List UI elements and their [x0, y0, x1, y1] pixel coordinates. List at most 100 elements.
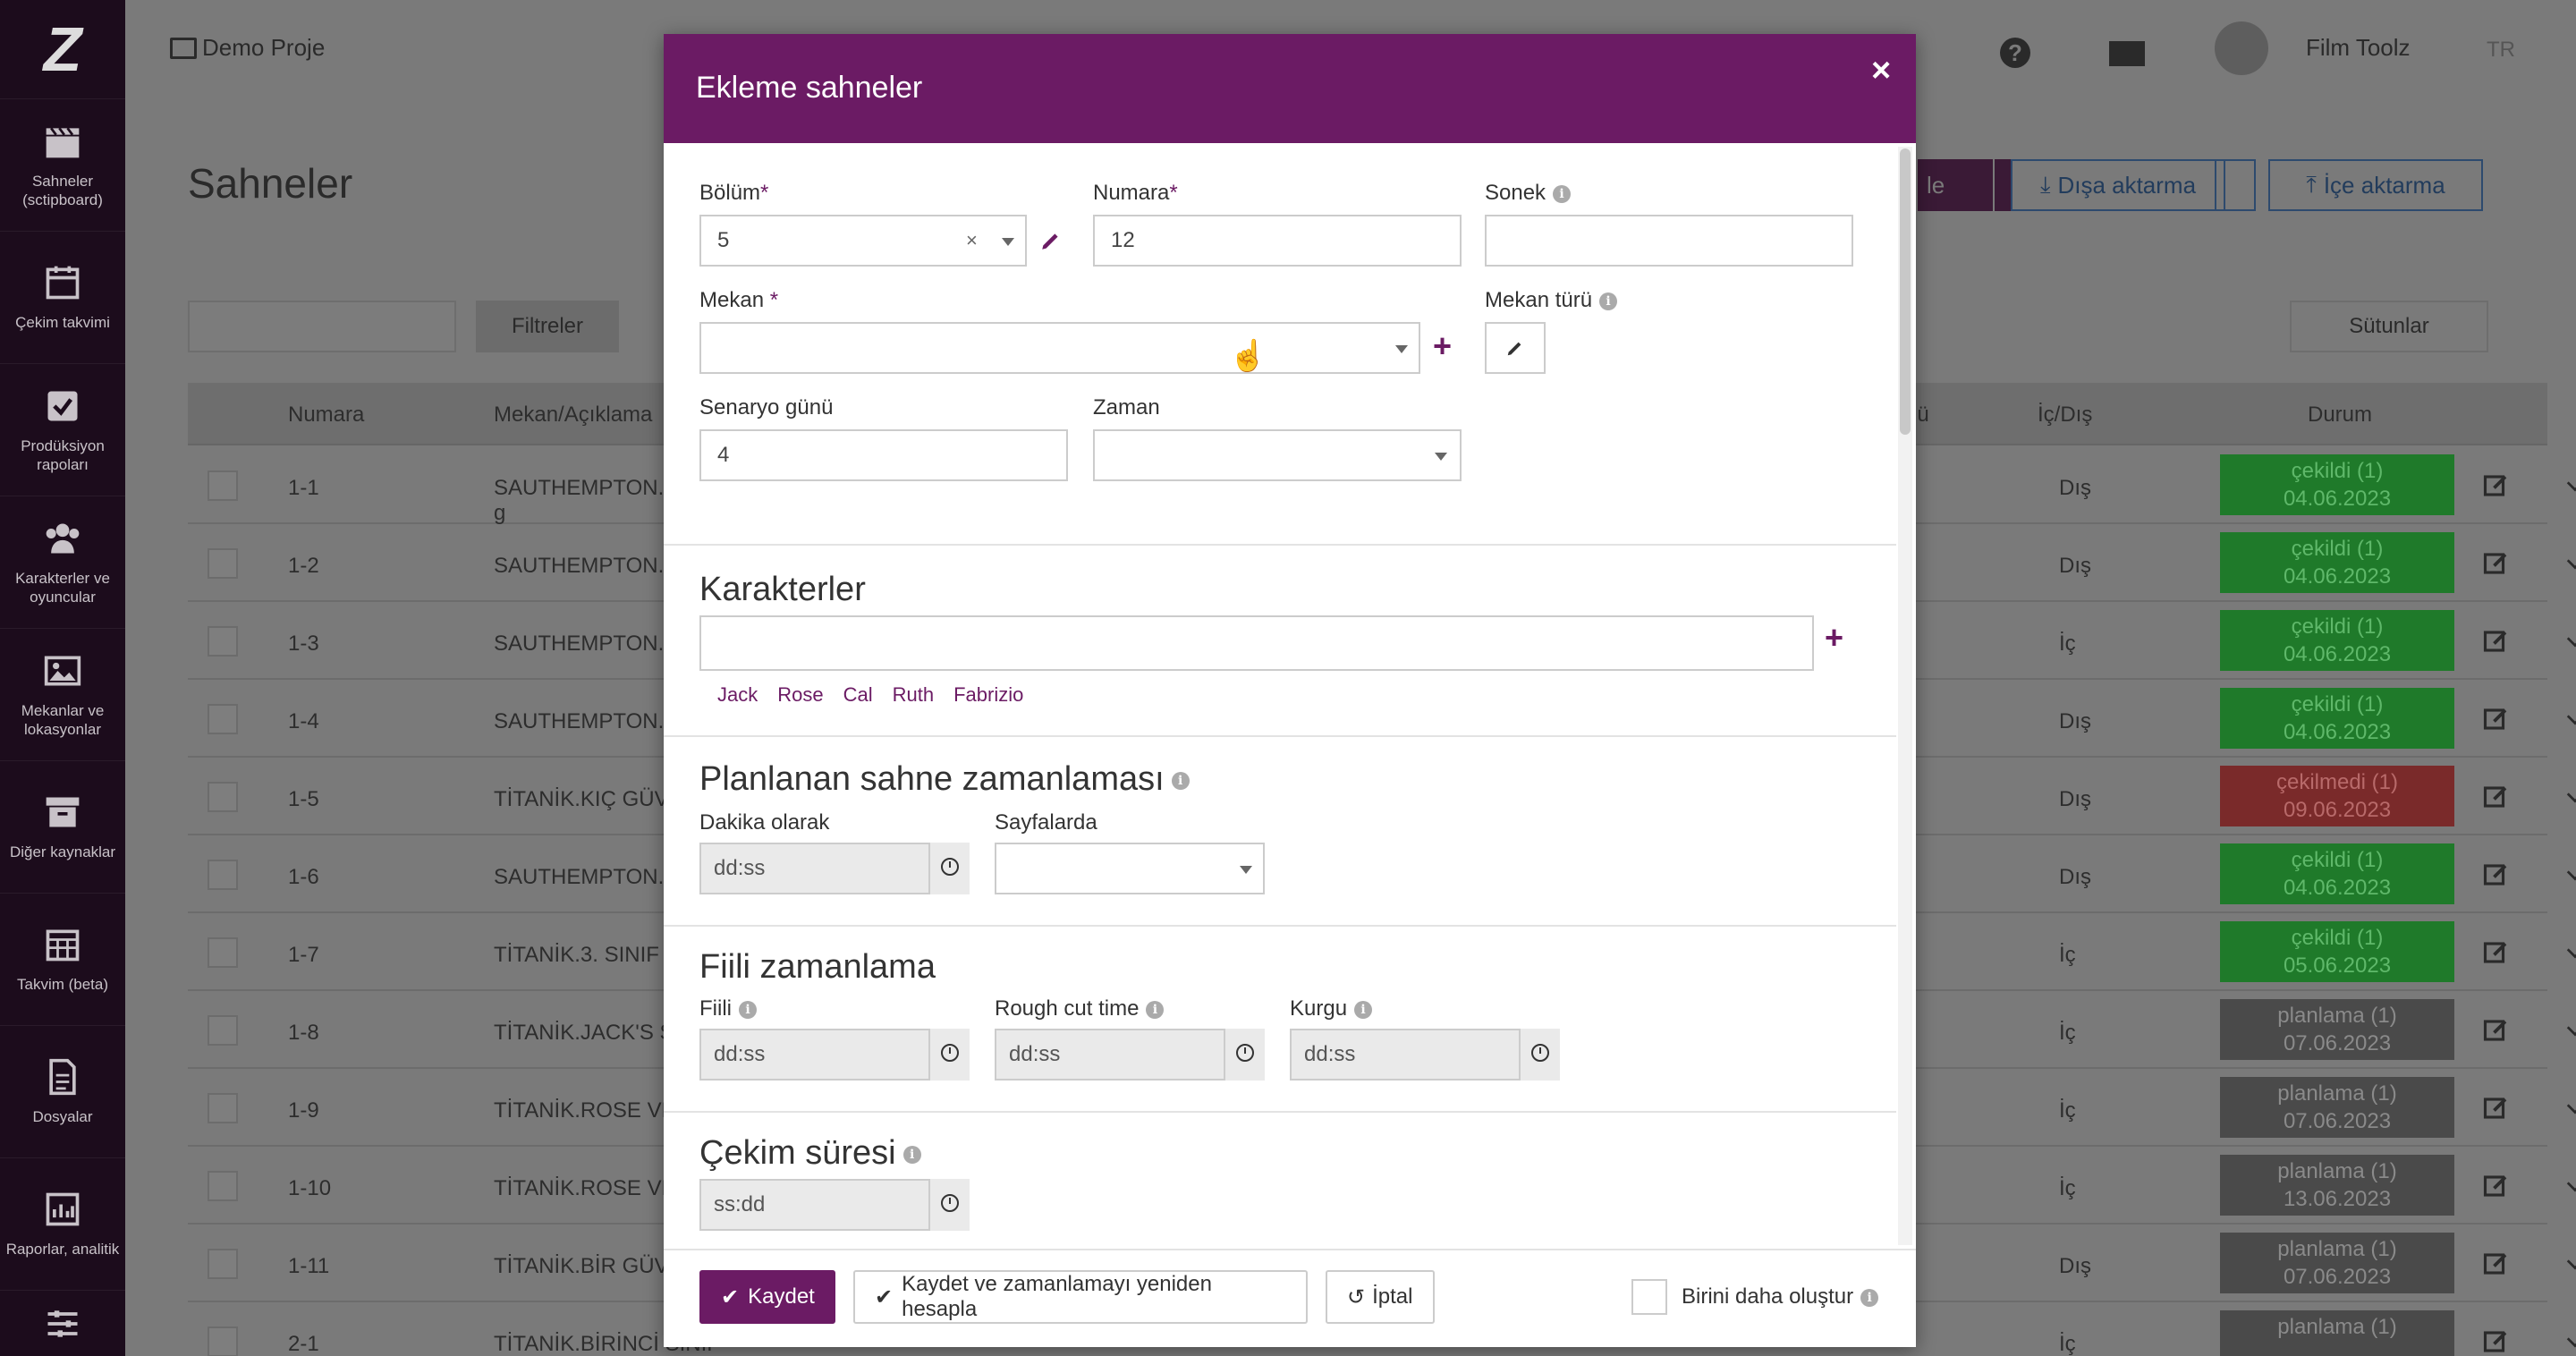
avatar[interactable]: [2215, 21, 2268, 75]
clock-button[interactable]: [1224, 1029, 1265, 1081]
chevron-down-icon[interactable]: [2565, 787, 2576, 807]
chevron-down-icon[interactable]: [2565, 1176, 2576, 1196]
clock-button[interactable]: [928, 843, 970, 894]
sonek-input[interactable]: [1485, 215, 1853, 267]
row-checkbox[interactable]: [208, 1093, 238, 1123]
add-character-icon[interactable]: +: [1825, 619, 1843, 657]
character-tag[interactable]: Fabrizio: [953, 683, 1023, 707]
senaryo-label: Senaryo günü: [699, 395, 834, 420]
scrollbar[interactable]: [1898, 147, 1912, 1245]
edit-icon[interactable]: [2483, 550, 2510, 577]
edit-icon[interactable]: [2483, 472, 2510, 499]
chevron-down-icon[interactable]: [2565, 1021, 2576, 1040]
sidebar-item-settings[interactable]: [0, 1290, 125, 1356]
sidebar-item-characters[interactable]: Karakterler ve oyuncular: [0, 496, 125, 628]
pencil-icon[interactable]: [1039, 229, 1063, 252]
chevron-down-icon[interactable]: [2565, 1098, 2576, 1118]
shooting-time-placeholder: ss:dd: [714, 1192, 766, 1216]
character-tag[interactable]: Jack: [717, 683, 758, 707]
sidebar-item-calendar-beta[interactable]: Takvim (beta): [0, 893, 125, 1025]
row-checkbox[interactable]: [208, 626, 238, 657]
language-switch[interactable]: TR: [2487, 38, 2515, 63]
row-checkbox[interactable]: [208, 470, 238, 501]
sidebar-item-analytics[interactable]: Raporlar, analitik: [0, 1157, 125, 1290]
logo-icon[interactable]: Z: [0, 0, 125, 98]
row-checkbox[interactable]: [208, 1015, 238, 1046]
row-checkbox[interactable]: [208, 1326, 238, 1356]
clock-button[interactable]: [1519, 1029, 1560, 1081]
project-selector[interactable]: Demo Proje: [170, 34, 325, 62]
senaryo-input[interactable]: 4: [699, 429, 1068, 481]
sayfalarda-select[interactable]: [995, 843, 1265, 894]
character-tag[interactable]: Cal: [843, 683, 873, 707]
col-location[interactable]: Mekan/Açıklama: [494, 403, 652, 428]
col-number[interactable]: Numara: [288, 403, 364, 428]
mekan-select[interactable]: [699, 322, 1420, 374]
character-tag[interactable]: Ruth: [893, 683, 934, 707]
edit-icon[interactable]: [2483, 1250, 2510, 1277]
export-button[interactable]: ⤓ Dışa aktarma: [2011, 159, 2225, 211]
chevron-down-icon[interactable]: [2565, 1254, 2576, 1274]
filters-button[interactable]: Filtreler: [476, 301, 619, 352]
row-checkbox[interactable]: [208, 548, 238, 579]
zaman-select[interactable]: [1093, 429, 1462, 481]
columns-button[interactable]: Sütunlar: [2290, 301, 2488, 352]
characters-input[interactable]: [699, 615, 1814, 671]
row-checkbox[interactable]: [208, 937, 238, 968]
search-input[interactable]: [188, 301, 456, 352]
chevron-down-icon[interactable]: [2565, 476, 2576, 496]
sidebar-item-other-resources[interactable]: Diğer kaynaklar: [0, 760, 125, 893]
numara-input[interactable]: 12: [1093, 215, 1462, 267]
help-icon[interactable]: ?: [2000, 38, 2030, 68]
row-checkbox[interactable]: [208, 860, 238, 890]
sidebar-item-scenes[interactable]: Sahneler (sctipboard): [0, 98, 125, 231]
edit-icon[interactable]: [2483, 861, 2510, 888]
scene-number: 1-2: [288, 554, 319, 578]
upload-icon: ⤒: [2306, 171, 2317, 198]
edit-icon[interactable]: [2483, 1095, 2510, 1122]
chevron-down-icon[interactable]: [2565, 631, 2576, 651]
save-recalculate-button[interactable]: ✔ Kaydet ve zamanlamayı yeniden hesapla: [853, 1270, 1308, 1324]
edit-icon[interactable]: [2483, 939, 2510, 966]
chevron-down-icon: [1395, 345, 1408, 353]
character-tag[interactable]: Rose: [777, 683, 823, 707]
col-io[interactable]: İç/Dış: [2038, 403, 2092, 428]
edit-location-type-button[interactable]: [1485, 322, 1546, 374]
edit-icon[interactable]: [2483, 1328, 2510, 1355]
chevron-down-icon[interactable]: [2565, 1332, 2576, 1352]
create-another-checkbox[interactable]: [1631, 1279, 1667, 1315]
chevron-down-icon[interactable]: [2565, 865, 2576, 885]
edit-icon[interactable]: [2483, 1173, 2510, 1199]
export-dropdown-toggle[interactable]: [2215, 159, 2256, 211]
clock-button[interactable]: [928, 1029, 970, 1081]
edit-icon[interactable]: [2483, 784, 2510, 810]
import-button[interactable]: ⤒ İçe aktarma: [2268, 159, 2483, 211]
sidebar-item-locations[interactable]: Mekanlar ve lokasyonlar: [0, 628, 125, 760]
user-name[interactable]: Film Toolz: [2306, 34, 2411, 62]
bolum-select[interactable]: 5 ×: [699, 215, 1027, 267]
save-button[interactable]: ✔ Kaydet: [699, 1270, 835, 1324]
row-checkbox[interactable]: [208, 1249, 238, 1279]
row-checkbox[interactable]: [208, 1171, 238, 1201]
clear-icon[interactable]: ×: [966, 229, 978, 252]
scene-number: 2-1: [288, 1332, 319, 1356]
sidebar-item-schedule[interactable]: Çekim takvimi: [0, 231, 125, 363]
col-status[interactable]: Durum: [2308, 403, 2372, 428]
mail-icon[interactable]: [2109, 41, 2145, 66]
row-checkbox[interactable]: [208, 704, 238, 734]
add-location-icon[interactable]: +: [1433, 327, 1452, 365]
chevron-down-icon[interactable]: [2565, 709, 2576, 729]
edit-icon[interactable]: [2483, 706, 2510, 733]
clock-button[interactable]: [928, 1179, 970, 1231]
sidebar-item-files[interactable]: Dosyalar: [0, 1025, 125, 1157]
scrollbar-thumb[interactable]: [1900, 148, 1911, 435]
row-checkbox[interactable]: [208, 782, 238, 812]
close-icon[interactable]: ×: [1871, 52, 1891, 90]
add-scene-button[interactable]: le: [1918, 159, 1993, 211]
sidebar-item-reports[interactable]: Prodüksiyon rapoları: [0, 363, 125, 496]
edit-icon[interactable]: [2483, 1017, 2510, 1044]
chevron-down-icon[interactable]: [2565, 554, 2576, 573]
chevron-down-icon[interactable]: [2565, 943, 2576, 962]
edit-icon[interactable]: [2483, 628, 2510, 655]
cancel-button[interactable]: ↺ İptal: [1326, 1270, 1435, 1324]
